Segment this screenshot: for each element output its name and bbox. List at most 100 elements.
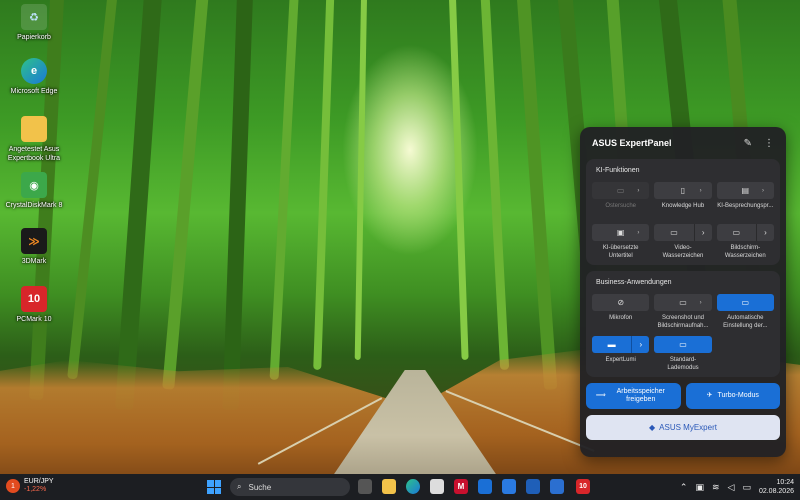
app-chart-icon[interactable]	[526, 479, 540, 494]
tile-document-search[interactable]: ▭ › Ostersuche	[592, 182, 650, 218]
tile-label: Video-Wasserzeichen	[662, 245, 704, 259]
charge-mode-button[interactable]: ▭	[654, 336, 712, 353]
chevron-right-icon: ›	[637, 187, 640, 194]
desktop-icon-label: Angetestet Asus Expertbook Ultra	[7, 146, 61, 162]
store-icon[interactable]	[430, 479, 444, 494]
video-watermark-button[interactable]: ▭ ›	[654, 224, 712, 241]
app-edit-icon[interactable]	[550, 479, 564, 494]
panel-header: ASUS ExpertPanel ✎ ⋮	[586, 127, 780, 159]
microphone-button[interactable]: ⊘	[592, 294, 650, 311]
tile-label: Standard-Lademodus	[667, 357, 699, 371]
tile-label: ExpertLumi	[605, 357, 636, 363]
myexpert-icon: ◆	[649, 423, 656, 432]
document-search-icon: ▭	[616, 186, 625, 195]
business-apps-section: Business-Anwendungen ⊘ Mikrofon ▭ › Scree…	[586, 271, 780, 377]
desktop-icon-label: 3DMark	[21, 258, 47, 265]
desktop-icon-label: Papierkorb	[17, 34, 51, 41]
tile-expertlumi[interactable]: ▬ › ExpertLumi	[592, 336, 650, 372]
desktop-icon-recycle-bin[interactable]: ♻ Papierkorb	[0, 4, 68, 42]
asus-myexpert-button[interactable]: ◆ ASUS MyExpert	[586, 415, 780, 440]
screen-watermark-button[interactable]: ▭ ›	[716, 224, 774, 241]
edge-taskbar-icon[interactable]	[406, 479, 420, 494]
screenshot-icon: ▭	[679, 298, 687, 307]
battery-charge-icon: ▭	[679, 340, 687, 349]
tile-label: Automatische Einstellung der...	[723, 315, 768, 329]
stock-ticker-widget[interactable]: 1 EUR/JPY -1,22%	[6, 478, 54, 494]
video-watermark-icon: ▭	[670, 228, 678, 237]
desktop-icon-pcmark[interactable]: 10 PCMark 10	[0, 286, 68, 324]
turbo-mode-label: Turbo-Modus	[717, 392, 759, 399]
search-placeholder: Suche	[248, 482, 272, 492]
mail-icon[interactable]	[502, 479, 516, 494]
desktop-icon-crystaldiskmark[interactable]: ◉ CrystalDiskMark 8	[0, 172, 68, 210]
screenshot-button[interactable]: ▭ ›	[654, 294, 712, 311]
windows-start-button[interactable]	[207, 480, 221, 494]
tile-label: Mikrofon	[609, 315, 633, 321]
tile-screenshot[interactable]: ▭ › Screenshot und Bildschirmaufnah...	[654, 294, 712, 330]
tile-meeting-notes[interactable]: ▤ › KI-Besprechungspr...	[716, 182, 774, 218]
tile-knowledge-hub[interactable]: ▯ › Knowledge Hub	[654, 182, 712, 218]
file-explorer-icon[interactable]	[382, 479, 396, 494]
ticker-symbol: EUR/JPY	[24, 478, 54, 485]
battery-icon[interactable]: ▭	[742, 482, 751, 493]
tile-label: Screenshot und Bildschirmaufnah...	[657, 315, 709, 329]
knowledge-hub-button[interactable]: ▯ ›	[654, 182, 712, 199]
desktop-icon-edge[interactable]: e Microsoft Edge	[0, 58, 68, 96]
expertlumi-button[interactable]: ▬ ›	[592, 336, 650, 353]
auto-adjust-icon: ▭	[741, 298, 750, 307]
mcafee-icon[interactable]: M	[454, 479, 468, 494]
meeting-notes-icon: ▤	[741, 186, 750, 195]
panel-title: ASUS ExpertPanel	[592, 138, 672, 148]
3dmark-icon: ≫	[21, 228, 47, 254]
tile-video-watermark[interactable]: ▭ › Video-Wasserzeichen	[654, 224, 712, 260]
search-icon: ⌕	[237, 482, 242, 491]
folder-icon	[21, 116, 47, 142]
edit-pencil-icon[interactable]: ✎	[744, 138, 752, 149]
chevron-right-icon: ›	[699, 299, 702, 306]
more-options-icon[interactable]: ⋮	[764, 138, 774, 149]
tile-label: KI-übersetzte Untertitel	[602, 245, 639, 259]
edge-icon: e	[21, 58, 47, 84]
book-icon: ▯	[680, 186, 686, 195]
tile-screen-watermark[interactable]: ▭ › Bildschirm-Wasserzeichen	[716, 224, 774, 260]
desktop-icon-label: CrystalDiskMark 8	[5, 202, 63, 209]
turbo-icon: ✈	[706, 392, 713, 399]
chevron-right-icon[interactable]: ›	[755, 224, 774, 241]
turbo-mode-button[interactable]: ✈ Turbo-Modus	[685, 383, 780, 409]
asus-myexpert-label: ASUS MyExpert	[659, 423, 717, 432]
expertlumi-icon: ▬	[607, 340, 616, 349]
ai-subtitles-button[interactable]: ▣ ›	[592, 224, 650, 241]
pcmark-taskbar-icon[interactable]: 10	[576, 479, 590, 494]
tile-auto-adjust[interactable]: ▭ Automatische Einstellung der...	[716, 294, 774, 330]
expert-panel: ASUS ExpertPanel ✎ ⋮ KI-Funktionen ▭ › Os…	[580, 127, 786, 457]
subtitle-icon: ▣	[616, 228, 625, 237]
taskbar-search-box[interactable]: ⌕ Suche	[230, 478, 350, 496]
meeting-notes-button[interactable]: ▤ ›	[716, 182, 774, 199]
clock[interactable]: 10:24 02.08.2026	[759, 478, 794, 496]
task-view-icon[interactable]	[358, 479, 372, 494]
screen-watermark-icon: ▭	[732, 228, 741, 237]
app-tray-icon[interactable]: ▣	[695, 482, 704, 493]
volume-icon[interactable]: ◁	[728, 482, 735, 493]
taskbar: 1 EUR/JPY -1,22% ⌕ Suche M 10 ⌃ ▣ ≋ ◁ ▭ …	[0, 474, 800, 500]
tile-charge-mode[interactable]: ▭ Standard-Lademodus	[654, 336, 712, 372]
desktop-icon-3dmark[interactable]: ≫ 3DMark	[0, 228, 68, 266]
tile-ai-subtitles[interactable]: ▣ › KI-übersetzte Untertitel	[592, 224, 650, 260]
chevron-right-icon[interactable]: ›	[631, 336, 649, 353]
ticker-change: -1,22%	[24, 486, 47, 493]
ai-features-section: KI-Funktionen ▭ › Ostersuche ▯ › Knowledge…	[586, 159, 780, 265]
system-tray: ⌃ ▣ ≋ ◁ ▭ 10:24 02.08.2026	[680, 474, 800, 500]
network-icon[interactable]: ≋	[712, 482, 720, 493]
free-memory-label: Arbeitsspeicher freigeben	[616, 388, 665, 403]
desktop-icon-folder[interactable]: Angetestet Asus Expertbook Ultra	[0, 116, 68, 163]
document-search-button[interactable]: ▭ ›	[592, 182, 650, 199]
show-hidden-icons-chevron-icon[interactable]: ⌃	[680, 482, 688, 493]
section-title: KI-Funktionen	[596, 167, 640, 174]
chevron-right-icon[interactable]: ›	[693, 224, 712, 241]
tile-microphone[interactable]: ⊘ Mikrofon	[592, 294, 650, 330]
auto-adjust-button[interactable]: ▭	[716, 294, 774, 311]
ticker-badge: 1	[6, 479, 20, 493]
free-memory-button[interactable]: ⟹ Arbeitsspeicher freigeben	[586, 383, 681, 409]
app-arrow-icon[interactable]	[478, 479, 492, 494]
memory-icon: ⟹	[595, 392, 606, 399]
